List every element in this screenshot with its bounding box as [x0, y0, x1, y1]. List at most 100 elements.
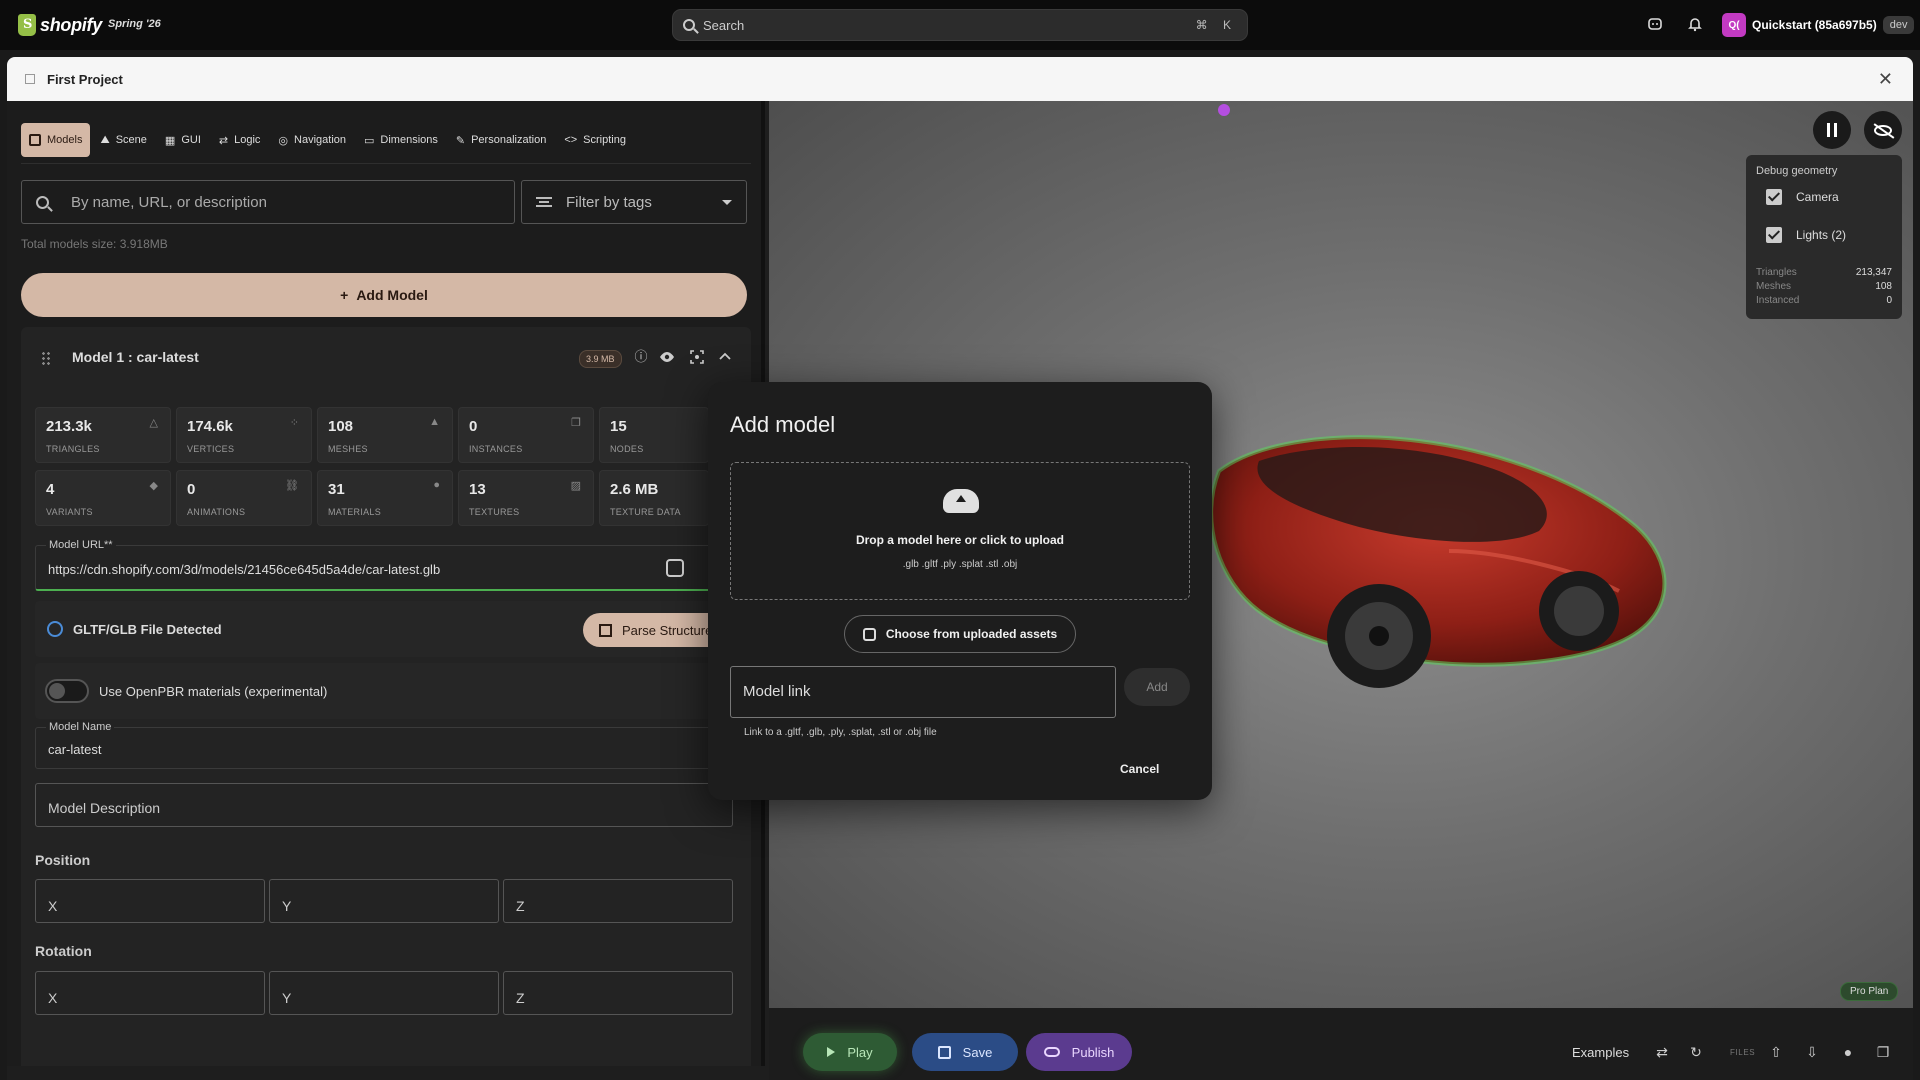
axis-placeholder: Y — [282, 990, 292, 1006]
stat-label: TEXTURES — [469, 507, 520, 517]
palette-icon: ● — [433, 479, 440, 491]
bell-icon[interactable] — [1686, 16, 1704, 34]
upload-icon[interactable]: ⇧ — [1768, 1044, 1784, 1060]
cloud-upload-icon — [943, 489, 979, 513]
tab-navigation[interactable]: ◎ Navigation — [270, 123, 354, 157]
download-icon[interactable]: ⇩ — [1804, 1044, 1820, 1060]
tag-filter-placeholder: Filter by tags — [566, 193, 652, 211]
position-z-input[interactable]: Z — [503, 879, 733, 923]
file-type-icon — [47, 621, 63, 637]
model-name-field[interactable]: Model Name car-latest — [35, 721, 751, 769]
close-icon[interactable]: ✕ — [1878, 69, 1893, 90]
debug-stat-label: Meshes — [1756, 281, 1792, 292]
position-y-input[interactable]: Y — [269, 879, 499, 923]
cancel-button[interactable]: Cancel — [1120, 762, 1159, 776]
swap-icon[interactable]: ⇄ — [1654, 1044, 1670, 1060]
publish-button[interactable]: Publish — [1026, 1033, 1132, 1071]
tab-scene[interactable]: ⛰ Scene — [92, 123, 154, 157]
examples-button[interactable]: Examples — [1572, 1045, 1629, 1060]
rotation-x-input[interactable]: X — [35, 971, 265, 1015]
model-url-value: https://cdn.shopify.com/3d/models/21456c… — [48, 562, 441, 577]
global-search[interactable]: Search ⌘ K — [672, 9, 1248, 41]
axis-placeholder: Z — [516, 898, 525, 914]
tag-filter-select[interactable]: Filter by tags — [521, 180, 747, 224]
gltf-detected-row: GLTF/GLB File Detected Parse Structure — [35, 601, 751, 657]
debug-stat-value: 213,347 — [1855, 267, 1892, 278]
stat-value: 213.3k — [46, 418, 92, 435]
eye-icon[interactable] — [659, 349, 675, 365]
car-model[interactable] — [1199, 401, 1679, 721]
drag-handle-icon[interactable] — [41, 351, 51, 365]
stat-animations: 0 ANIMATIONS ⛓ — [176, 470, 312, 526]
store-switcher[interactable]: Q( Quickstart (85a697b5) dev — [1722, 12, 1915, 38]
tab-dimensions[interactable]: ▭ Dimensions — [356, 123, 446, 157]
tab-models[interactable]: Models — [21, 123, 91, 157]
tab-gui[interactable]: ▦ GUI — [157, 123, 209, 157]
add-link-button[interactable]: Add — [1124, 668, 1190, 706]
gltf-detected-text: GLTF/GLB File Detected — [73, 622, 222, 637]
top-bar: shopify Spring '26 Search ⌘ K Q( Quickst… — [0, 0, 1920, 50]
meshes-icon: ▲ — [429, 416, 440, 428]
save-to-disk-icon[interactable]: ● — [1840, 1044, 1856, 1060]
model-search-field[interactable] — [21, 180, 515, 224]
add-model-button[interactable]: + Add Model — [21, 273, 747, 317]
axis-placeholder: Z — [516, 990, 525, 1006]
pause-button[interactable] — [1813, 111, 1851, 149]
model-description-placeholder: Model Description — [48, 800, 161, 816]
tab-label: Dimensions — [380, 134, 438, 146]
brand-name: shopify — [40, 14, 102, 35]
stat-value: 0 — [469, 418, 478, 435]
stat-nodes: 15 NODES — [599, 407, 709, 463]
tab-label: Logic — [234, 134, 261, 146]
stat-vertices: 174.6k VERTICES ⁘ — [176, 407, 312, 463]
assets-icon — [862, 627, 876, 641]
eye-off-icon — [1874, 124, 1892, 136]
stat-texture-data: 2.6 MB TEXTURE DATA — [599, 470, 709, 526]
files-label: FILES — [1730, 1048, 1756, 1057]
stat-label: VARIANTS — [46, 507, 93, 517]
rotation-y-input[interactable]: Y — [269, 971, 499, 1015]
rotation-z-input[interactable]: Z — [503, 971, 733, 1015]
shopify-logo[interactable]: shopify — [18, 14, 102, 36]
stat-label: TEXTURE DATA — [610, 507, 681, 517]
choose-uploaded-button[interactable]: Choose from uploaded assets — [844, 615, 1076, 653]
save-button[interactable]: Save — [912, 1033, 1018, 1071]
choose-uploaded-label: Choose from uploaded assets — [885, 627, 1058, 641]
tab-logic[interactable]: ⇄ Logic — [211, 123, 269, 157]
chevron-up-icon[interactable] — [717, 349, 733, 365]
visibility-toggle-button[interactable] — [1864, 111, 1902, 149]
info-icon[interactable]: ⓘ — [633, 349, 649, 365]
scan-icon[interactable] — [666, 559, 684, 577]
play-button[interactable]: Play — [803, 1033, 897, 1071]
rotation-title: Rotation — [35, 943, 92, 959]
editor-tabs: Models ⛰ Scene ▦ GUI ⇄ Logic ◎ Navigation ▭ D… — [21, 123, 634, 157]
model-link-input[interactable] — [743, 683, 1093, 700]
axis-placeholder: Y — [282, 898, 292, 914]
add-model-dialog: Add model Drop a model here or click to … — [708, 382, 1212, 800]
upload-dropzone[interactable]: Drop a model here or click to upload .gl… — [730, 462, 1190, 600]
plan-badge[interactable]: Pro Plan — [1840, 982, 1899, 1001]
copy-icon[interactable]: ❐ — [1875, 1044, 1891, 1060]
openpbr-toggle[interactable] — [45, 679, 89, 703]
grid-icon: ▦ — [164, 134, 176, 147]
model-search-input[interactable] — [71, 193, 514, 211]
model-url-field[interactable]: Model URL** https://cdn.shopify.com/3d/m… — [35, 539, 751, 591]
sidekick-icon[interactable] — [1646, 16, 1664, 34]
position-x-input[interactable]: X — [35, 879, 265, 923]
model-description-field[interactable]: Model Description — [35, 783, 733, 827]
tab-label: Scene — [115, 134, 147, 146]
tab-personalization[interactable]: ✎ Personalization — [448, 123, 554, 157]
debug-stat-label: Triangles — [1756, 267, 1797, 278]
model-link-field[interactable] — [730, 666, 1116, 718]
lights-checkbox[interactable] — [1766, 227, 1782, 243]
stat-variants: 4 VARIANTS ◆ — [35, 470, 171, 526]
focus-icon[interactable] — [689, 349, 705, 365]
history-icon[interactable]: ↻ — [1688, 1044, 1704, 1060]
openpbr-row: Use OpenPBR materials (experimental) — [35, 663, 751, 719]
camera-checkbox[interactable] — [1766, 189, 1782, 205]
tab-scripting[interactable]: <> Scripting — [556, 123, 634, 157]
stat-value: 108 — [328, 418, 354, 435]
model-card-header[interactable]: Model 1 : car-latest 3.9 MB ⓘ — [21, 327, 751, 389]
lights-label: Lights (2) — [1796, 228, 1847, 242]
cloud-upload-icon — [1043, 1047, 1060, 1057]
